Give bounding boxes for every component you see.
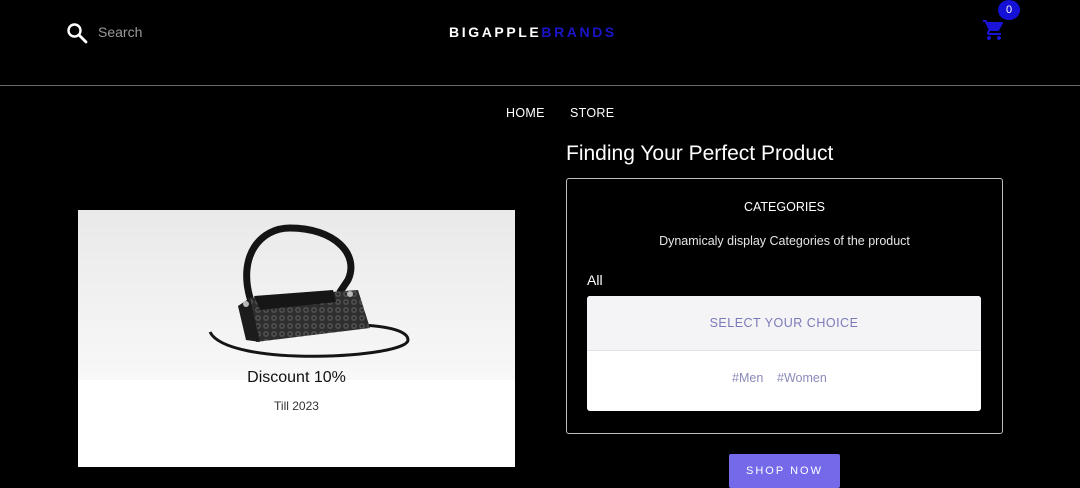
page-title: Finding Your Perfect Product	[566, 142, 834, 165]
promo-card[interactable]: Discount 10% Till 2023	[78, 210, 515, 467]
search-input[interactable]: Search	[98, 24, 142, 40]
discount-validity: Till 2023	[274, 399, 319, 413]
nav-item-store[interactable]: STORE	[570, 106, 614, 120]
header-divider	[0, 85, 1080, 86]
category-all[interactable]: All	[587, 272, 603, 288]
nav-item-home[interactable]: HOME	[506, 106, 545, 120]
tag-men[interactable]: #Men	[732, 371, 763, 385]
discount-label: Discount 10%	[247, 369, 346, 386]
brand-logo[interactable]: BIGAPPLEBRANDS	[449, 24, 617, 40]
categories-heading: CATEGORIES	[743, 200, 826, 214]
brand-name-primary: BIGAPPLE	[449, 24, 542, 40]
tag-women[interactable]: #Women	[777, 371, 827, 385]
search-icon[interactable]	[66, 22, 88, 44]
select-choice-header[interactable]: SELECT YOUR CHOICE	[587, 296, 981, 351]
choice-dropdown: SELECT YOUR CHOICE #Men #Women	[587, 296, 981, 411]
brand-name-accent: BRANDS	[541, 24, 617, 40]
cart-count-badge: 0	[998, 0, 1020, 20]
categories-description: Dynamicaly display Categories of the pro…	[659, 234, 910, 248]
handbag-image	[78, 210, 515, 380]
cart-icon[interactable]	[982, 18, 1006, 42]
categories-panel: CATEGORIES Dynamicaly display Categories…	[566, 178, 1003, 434]
